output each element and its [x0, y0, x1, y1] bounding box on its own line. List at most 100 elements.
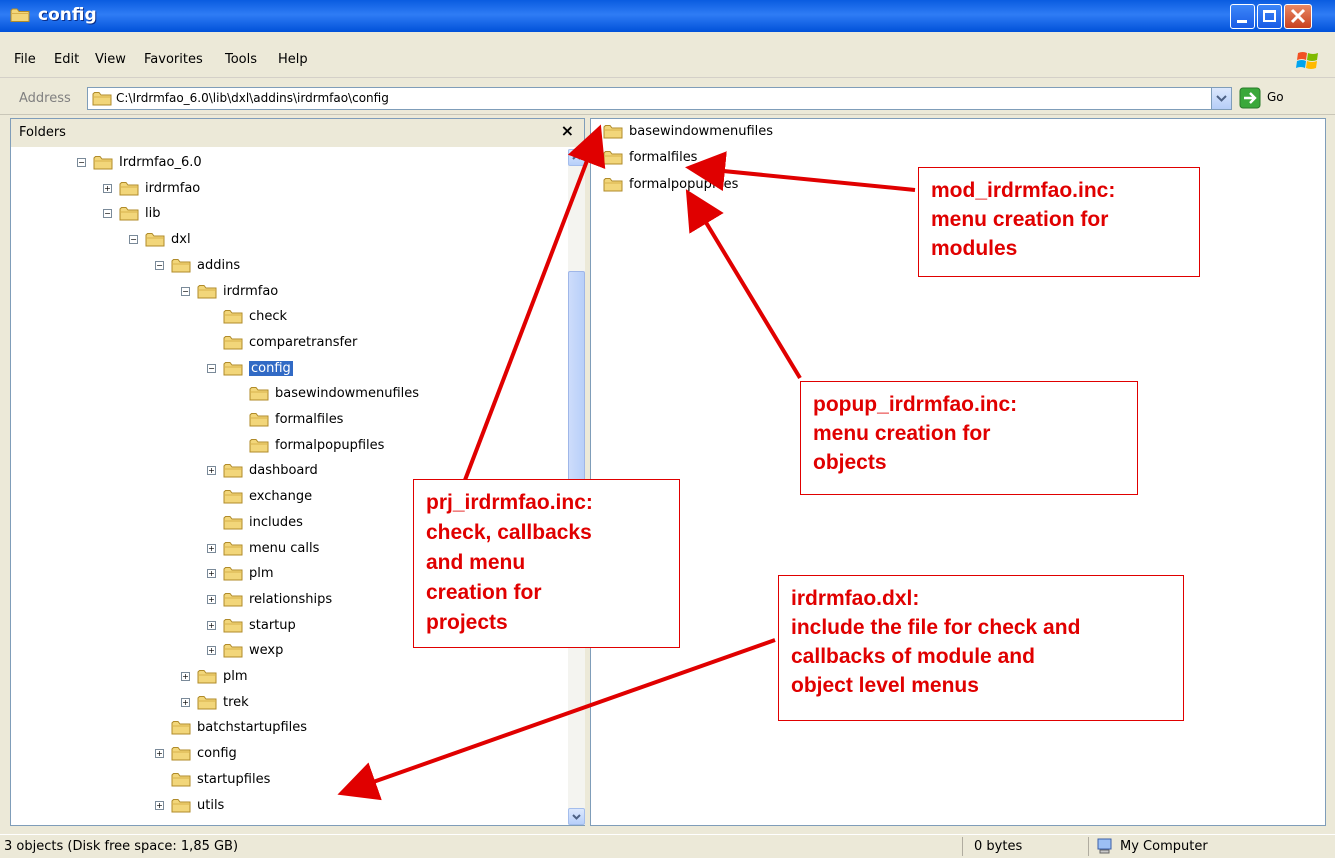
- folder-icon: [197, 284, 217, 299]
- tree-item-label: startup: [249, 617, 296, 633]
- list-item[interactable]: formalfiles: [603, 147, 697, 167]
- expand-icon[interactable]: +: [207, 543, 216, 553]
- folder-icon: [119, 206, 139, 221]
- collapse-icon[interactable]: −: [181, 286, 190, 296]
- expand-icon[interactable]: +: [207, 465, 216, 475]
- list-item[interactable]: formalpopupfiles: [603, 174, 738, 194]
- expand-icon[interactable]: +: [207, 568, 216, 578]
- folder-icon: [223, 515, 243, 530]
- tree-item[interactable]: − addins: [155, 255, 240, 275]
- tree-item[interactable]: − dxl: [129, 229, 191, 249]
- menu-help[interactable]: Help: [278, 52, 308, 67]
- tree-item[interactable]: + trek: [181, 692, 249, 712]
- expand-icon[interactable]: +: [181, 671, 190, 681]
- folder-icon: [93, 155, 113, 170]
- folder-icon: [171, 720, 191, 735]
- tree-item-label: basewindowmenufiles: [275, 385, 420, 401]
- chevron-up-icon: [572, 154, 581, 160]
- tree-item[interactable]: − lib: [103, 203, 160, 223]
- go-arrow-icon: [1239, 87, 1261, 109]
- address-path: C:\Irdrmfao_6.0\lib\dxl\addins\irdrmfao\…: [116, 91, 389, 105]
- tree-item[interactable]: comparetransfer: [207, 332, 357, 352]
- tree-item[interactable]: formalpopupfiles: [233, 435, 384, 455]
- go-label: Go: [1267, 90, 1284, 104]
- tree-item[interactable]: − Irdrmfao_6.0: [77, 152, 202, 172]
- tree-item[interactable]: formalfiles: [233, 409, 343, 429]
- address-field[interactable]: C:\Irdrmfao_6.0\lib\dxl\addins\irdrmfao\…: [87, 87, 1232, 110]
- close-icon[interactable]: ×: [561, 121, 574, 140]
- tree-item-label: irdrmfao: [145, 180, 201, 196]
- folder-icon: [171, 258, 191, 273]
- expand-icon[interactable]: +: [155, 748, 164, 758]
- folder-icon: [145, 232, 165, 247]
- chevron-down-icon: [1216, 95, 1227, 102]
- menu-view[interactable]: View: [95, 52, 126, 67]
- tree-item[interactable]: + plm: [181, 666, 248, 686]
- scroll-up-button[interactable]: [568, 149, 585, 166]
- tree-item[interactable]: includes: [207, 512, 303, 532]
- tree-item-label: config: [197, 745, 237, 761]
- folder-icon: [223, 566, 243, 581]
- folder-icon: [249, 386, 269, 401]
- close-button[interactable]: [1284, 4, 1312, 29]
- tree-item[interactable]: check: [207, 306, 287, 326]
- tree-item[interactable]: + menu calls: [207, 538, 319, 558]
- tree-item-label: trek: [223, 694, 249, 710]
- folder-icon: [171, 746, 191, 761]
- computer-icon: [1097, 838, 1112, 854]
- tree-item-label: Irdrmfao_6.0: [119, 154, 202, 170]
- tree-item[interactable]: + irdrmfao: [103, 178, 200, 198]
- status-objects: 3 objects (Disk free space: 1,85 GB): [4, 839, 239, 854]
- list-item[interactable]: basewindowmenufiles: [603, 121, 773, 141]
- tree-item-label: addins: [197, 257, 241, 273]
- tree-item[interactable]: + utils: [155, 795, 224, 815]
- folder-icon: [223, 541, 243, 556]
- item-label: basewindowmenufiles: [629, 123, 774, 139]
- folder-icon: [171, 772, 191, 787]
- expand-icon[interactable]: +: [207, 594, 216, 604]
- tree-item[interactable]: startupfiles: [155, 769, 270, 789]
- tree-item[interactable]: + relationships: [207, 589, 332, 609]
- maximize-button[interactable]: [1257, 4, 1282, 29]
- tree-item[interactable]: − config: [207, 358, 293, 378]
- go-button[interactable]: Go: [1237, 87, 1332, 110]
- folder-icon: [171, 798, 191, 813]
- tree-item[interactable]: batchstartupfiles: [155, 717, 307, 737]
- expand-icon[interactable]: +: [155, 800, 164, 810]
- tree-item[interactable]: + dashboard: [207, 460, 318, 480]
- tree-item-label: utils: [197, 797, 225, 813]
- tree-item[interactable]: + config: [155, 743, 237, 763]
- collapse-icon[interactable]: −: [207, 363, 216, 373]
- address-dropdown[interactable]: [1211, 88, 1231, 109]
- annotation-popup: popup_irdrmfao.inc: menu creation for obje…: [800, 381, 1138, 495]
- expand-icon[interactable]: +: [207, 620, 216, 630]
- collapse-icon[interactable]: −: [155, 260, 164, 270]
- collapse-icon[interactable]: −: [77, 157, 86, 167]
- folders-pane: Folders × − Irdrmfao_6.0 + irdrmfao − lib − dxl…: [10, 118, 585, 826]
- tree-item[interactable]: + startup: [207, 615, 296, 635]
- tree-item-label: includes: [249, 514, 303, 530]
- menu-tools[interactable]: Tools: [225, 52, 257, 67]
- menu-favorites[interactable]: Favorites: [144, 52, 203, 67]
- scroll-down-button[interactable]: [568, 808, 585, 825]
- collapse-icon[interactable]: −: [103, 208, 112, 218]
- tree-item[interactable]: basewindowmenufiles: [233, 383, 419, 403]
- tree-item-label: check: [249, 308, 288, 324]
- menu-file[interactable]: File: [14, 52, 36, 67]
- menu-edit[interactable]: Edit: [54, 52, 79, 67]
- tree-item-label: lib: [145, 205, 161, 221]
- minimize-button[interactable]: [1230, 4, 1255, 29]
- collapse-icon[interactable]: −: [129, 234, 138, 244]
- tree-item[interactable]: + wexp: [207, 640, 283, 660]
- status-bar: 3 objects (Disk free space: 1,85 GB) 0 b…: [0, 834, 1335, 858]
- expand-icon[interactable]: +: [103, 183, 112, 193]
- tree-item[interactable]: − irdrmfao: [181, 281, 278, 301]
- folder-icon: [223, 361, 243, 376]
- expand-icon[interactable]: +: [181, 697, 190, 707]
- title-bar[interactable]: config: [0, 0, 1335, 32]
- expand-icon[interactable]: +: [207, 645, 216, 655]
- tree-item[interactable]: exchange: [207, 486, 312, 506]
- tree-item[interactable]: + plm: [207, 563, 274, 583]
- status-location: My Computer: [1120, 839, 1208, 854]
- status-size: 0 bytes: [974, 839, 1023, 854]
